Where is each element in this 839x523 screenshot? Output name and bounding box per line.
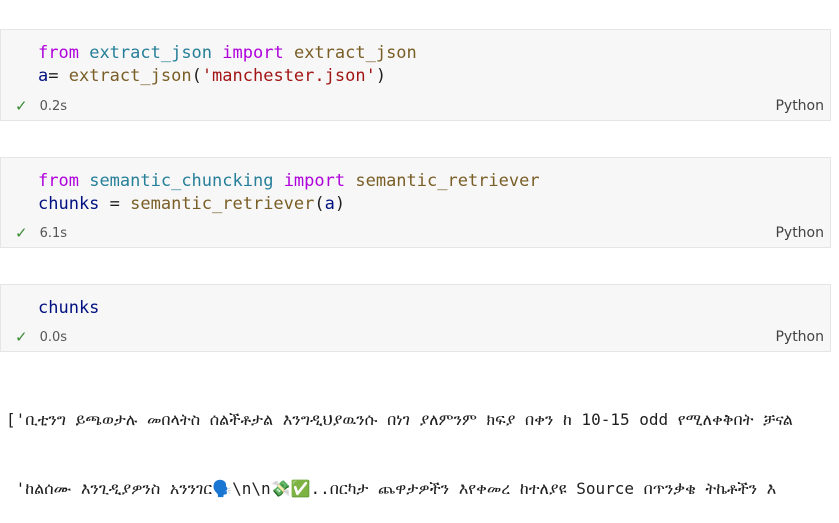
code-editor[interactable]: from extract_json import extract_json a=… [38,42,417,88]
string-literal: 'manchester.json' [201,66,376,86]
operator: = [48,66,69,86]
code-cell-3[interactable]: chunks ✓ 0.0s Python [0,284,831,352]
open-paren: ( [191,66,202,86]
imported-name: extract_json [293,43,417,63]
keyword-from: from [38,171,79,191]
function-call: extract_json [68,66,192,86]
output-line: ['ቢቲንግ ይጫወታሉ መበላትስ ሰልችቶታል እንግዲህያዉንሱ በነገ … [6,410,793,429]
code-cell-1[interactable]: from extract_json import extract_json a=… [0,29,831,121]
language-selector[interactable]: Python [775,329,824,345]
variable-name: a [38,66,49,86]
cell-output: ['ቢቲንግ ይጫወታሉ መበላትስ ሰልችቶታል እንግዲህያዉንሱ በነገ … [6,362,839,523]
imported-name: semantic_retriever [355,171,540,191]
variable-name: chunks [38,194,100,214]
check-icon: ✓ [15,97,28,115]
keyword-import: import [283,171,346,191]
variable-name: chunks [38,298,100,318]
language-selector[interactable]: Python [775,98,824,114]
execution-status: ✓ 6.1s [15,224,68,242]
code-editor[interactable]: chunks [38,297,99,320]
output-line: 'ከልሰሙ እንጊዲያዎንስ አንንገር🗣️\n\n💸✅..በርካታ ጨዋታዎች… [6,479,777,498]
language-selector[interactable]: Python [775,225,824,241]
close-paren: ) [375,66,387,86]
execution-time: 0.2s [39,99,68,114]
operator: = [99,194,131,214]
open-paren: ( [314,194,325,214]
close-paren: ) [334,194,346,214]
execution-time: 6.1s [39,226,68,241]
keyword-import: import [222,43,284,63]
module-name: extract_json [89,43,213,63]
check-icon: ✓ [15,328,28,346]
function-call: semantic_retriever [130,194,315,214]
check-icon: ✓ [15,224,28,242]
keyword-from: from [38,43,79,63]
execution-time: 0.0s [39,330,68,345]
execution-status: ✓ 0.0s [15,328,68,346]
code-cell-2[interactable]: from semantic_chuncking import semantic_… [0,157,831,248]
code-editor[interactable]: from semantic_chuncking import semantic_… [38,170,540,216]
argument: a [324,194,335,214]
module-name: semantic_chuncking [89,171,274,191]
execution-status: ✓ 0.2s [15,97,68,115]
